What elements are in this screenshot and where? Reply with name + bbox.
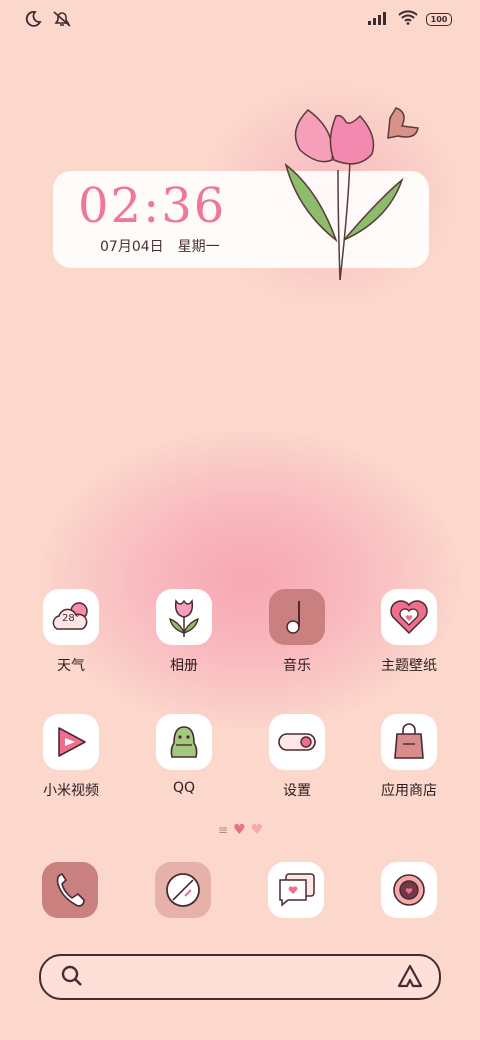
background-glow: [40, 430, 460, 730]
search-bar[interactable]: [39, 954, 441, 1000]
video-icon: [43, 714, 99, 770]
app-label: 主题壁纸: [381, 658, 437, 674]
messages-icon[interactable]: [268, 862, 324, 918]
themes-icon: [381, 589, 437, 645]
date-text: 07月04日: [100, 239, 164, 255]
assistant-icon[interactable]: [397, 964, 423, 992]
app-music[interactable]: 音乐: [247, 589, 347, 675]
heart-inactive-icon: ♥: [250, 822, 264, 838]
app-settings[interactable]: 设置: [247, 714, 347, 800]
app-weather[interactable]: 28° 天气: [21, 589, 121, 675]
mute-bell-icon: [52, 10, 72, 32]
app-video[interactable]: 小米视频: [21, 714, 121, 800]
weather-temp: 28°: [62, 613, 80, 624]
app-store-icon: [381, 714, 437, 770]
app-store[interactable]: 应用商店: [359, 714, 459, 800]
app-label: 天气: [57, 658, 85, 674]
settings-icon: [269, 714, 325, 770]
app-label: 小米视频: [43, 783, 99, 799]
battery-icon: 100: [426, 13, 452, 26]
qq-icon: [156, 714, 212, 770]
app-label: 音乐: [283, 658, 311, 674]
menu-lines-icon: ≡: [218, 823, 229, 837]
signal-icon: [368, 10, 390, 29]
app-gallery[interactable]: 相册: [134, 589, 234, 675]
app-themes[interactable]: 主题壁纸: [359, 589, 459, 675]
app-label: 设置: [283, 783, 311, 799]
camera-icon[interactable]: [381, 862, 437, 918]
app-label: 应用商店: [381, 783, 437, 799]
clock-time: 02:36: [78, 178, 227, 234]
tulip-illustration: [278, 100, 428, 294]
moon-icon: [24, 10, 42, 32]
phone-icon[interactable]: [42, 862, 98, 918]
app-label: 相册: [170, 658, 198, 674]
page-indicator: ≡ ♥ ♥: [218, 822, 263, 838]
browser-icon[interactable]: [155, 862, 211, 918]
weekday-text: 星期一: [177, 239, 220, 255]
app-label: QQ: [172, 780, 196, 796]
wifi-icon: [398, 10, 418, 29]
heart-active-icon: ♥: [233, 822, 246, 838]
status-bar: 100: [0, 0, 480, 40]
gallery-icon: [156, 589, 212, 645]
music-icon: [269, 589, 325, 645]
clock-date: 07月04日 星期一: [100, 236, 220, 256]
search-icon[interactable]: [61, 965, 83, 991]
app-qq[interactable]: QQ: [134, 714, 234, 796]
